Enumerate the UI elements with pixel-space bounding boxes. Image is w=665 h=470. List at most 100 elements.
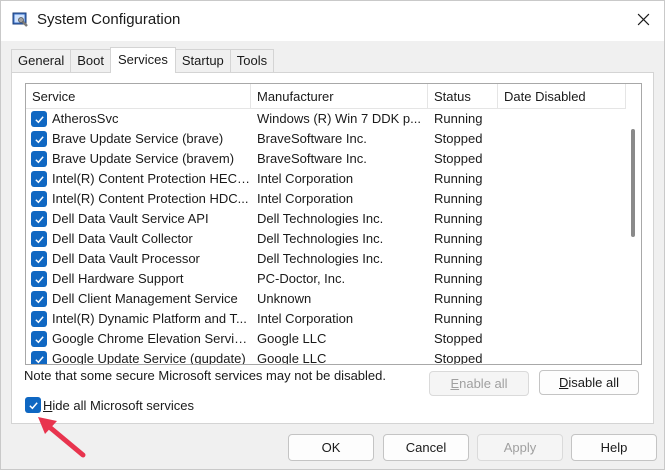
service-checkbox[interactable] <box>31 271 47 287</box>
checkmark-icon <box>34 355 44 363</box>
table-row[interactable]: Dell Data Vault Processor Dell Technologi… <box>26 249 626 269</box>
manufacturer-cell: Intel Corporation <box>257 311 354 326</box>
checkmark-icon <box>34 295 44 303</box>
table-row[interactable]: Intel(R) Content Protection HECI... Intel… <box>26 169 626 189</box>
vertical-scrollbar[interactable] <box>626 84 641 364</box>
tab-tools[interactable]: Tools <box>229 49 275 73</box>
date-disabled-cell <box>498 149 626 169</box>
manufacturer-cell: BraveSoftware Inc. <box>257 151 367 166</box>
service-name: Dell Data Vault Processor <box>52 251 200 266</box>
scrollbar-thumb[interactable] <box>631 129 635 237</box>
close-button[interactable] <box>623 5 663 37</box>
manufacturer-cell: Windows (R) Win 7 DDK p... <box>257 111 421 126</box>
checkmark-icon <box>34 315 44 323</box>
status-cell: Running <box>434 171 483 186</box>
manufacturer-cell: Intel Corporation <box>257 171 354 186</box>
service-checkbox[interactable] <box>31 151 47 167</box>
table-row[interactable]: AtherosSvc Windows (R) Win 7 DDK p... Runn… <box>26 109 626 129</box>
service-checkbox[interactable] <box>31 351 47 364</box>
red-arrow-icon <box>31 409 91 461</box>
disable-all-label-rest: isable all <box>568 375 619 390</box>
service-name: Brave Update Service (bravem) <box>52 151 235 166</box>
service-cell: Dell Data Vault Service API <box>26 209 251 229</box>
date-disabled-cell <box>498 169 626 189</box>
apply-button[interactable]: Apply <box>477 434 563 461</box>
status-cell: Running <box>434 311 483 326</box>
checkmark-icon <box>34 155 44 163</box>
service-checkbox[interactable] <box>31 111 47 127</box>
service-checkbox[interactable] <box>31 191 47 207</box>
service-name: Dell Data Vault Collector <box>52 231 193 246</box>
table-row[interactable]: Dell Data Vault Collector Dell Technologi… <box>26 229 626 249</box>
service-name: Dell Data Vault Service API <box>52 211 209 226</box>
table-row[interactable]: Google Update Service (gupdate) Google LL… <box>26 349 626 365</box>
service-checkbox[interactable] <box>31 291 47 307</box>
column-header-date-disabled[interactable]: Date Disabled <box>498 84 626 109</box>
status-cell: Running <box>434 191 483 206</box>
tab-services[interactable]: Services <box>110 47 176 73</box>
service-cell: Intel(R) Dynamic Platform and T... <box>26 309 251 329</box>
status-cell: Stopped <box>434 151 483 166</box>
date-disabled-cell <box>498 349 626 364</box>
checkmark-icon <box>34 135 44 143</box>
table-row[interactable]: Google Chrome Elevation Servic... Google … <box>26 329 626 349</box>
service-checkbox[interactable] <box>31 331 47 347</box>
column-header-service[interactable]: Service <box>26 84 251 109</box>
system-configuration-window: System Configuration General Boot Servic… <box>0 0 665 470</box>
service-cell: Brave Update Service (brave) <box>26 129 251 149</box>
service-checkbox[interactable] <box>31 211 47 227</box>
service-checkbox[interactable] <box>31 171 47 187</box>
service-checkbox[interactable] <box>31 131 47 147</box>
table-row[interactable]: Intel(R) Content Protection HDC... Intel … <box>26 189 626 209</box>
tab-startup[interactable]: Startup <box>174 49 231 73</box>
tab-strip: General Boot Services Startup Tools <box>11 47 275 73</box>
disable-all-button[interactable]: Disable all <box>539 370 639 395</box>
help-button[interactable]: Help <box>571 434 657 461</box>
cancel-button[interactable]: Cancel <box>383 434 469 461</box>
service-name: Intel(R) Content Protection HDC... <box>52 191 249 206</box>
service-name: AtherosSvc <box>52 111 119 126</box>
table-row[interactable]: Brave Update Service (brave) BraveSoftwar… <box>26 129 626 149</box>
checkmark-icon <box>34 275 44 283</box>
service-cell: Dell Client Management Service <box>26 289 251 309</box>
column-header-manufacturer[interactable]: Manufacturer <box>251 84 428 109</box>
list-header: Service Manufacturer Status Date Disable… <box>26 84 626 109</box>
table-row[interactable]: Dell Client Management Service Unknown Run… <box>26 289 626 309</box>
checkmark-icon <box>34 335 44 343</box>
checkmark-icon <box>34 255 44 263</box>
services-list: Service Manufacturer Status Date Disable… <box>25 83 642 365</box>
service-name: Brave Update Service (brave) <box>52 131 224 146</box>
service-name: Intel(R) Content Protection HECI... <box>52 171 251 186</box>
service-checkbox[interactable] <box>31 251 47 267</box>
status-cell: Running <box>434 271 483 286</box>
table-row[interactable]: Dell Hardware Support PC-Doctor, Inc. Runn… <box>26 269 626 289</box>
enable-all-button[interactable]: Enable all <box>429 371 529 396</box>
service-cell: Google Update Service (gupdate) <box>26 349 251 364</box>
status-cell: Stopped <box>434 351 483 365</box>
table-row[interactable]: Intel(R) Dynamic Platform and T... Intel … <box>26 309 626 329</box>
checkmark-icon <box>34 175 44 183</box>
date-disabled-cell <box>498 109 626 129</box>
date-disabled-cell <box>498 269 626 289</box>
status-cell: Stopped <box>434 131 483 146</box>
table-row[interactable]: Brave Update Service (bravem) BraveSoftwa… <box>26 149 626 169</box>
tab-general[interactable]: General <box>11 49 72 73</box>
service-cell: Dell Data Vault Processor <box>26 249 251 269</box>
service-name: Intel(R) Dynamic Platform and T... <box>52 311 247 326</box>
column-header-status[interactable]: Status <box>428 84 498 109</box>
service-cell: Intel(R) Content Protection HDC... <box>26 189 251 209</box>
service-checkbox[interactable] <box>31 311 47 327</box>
tab-boot[interactable]: Boot <box>70 49 111 73</box>
window-title: System Configuration <box>37 11 181 28</box>
list-rows: AtherosSvc Windows (R) Win 7 DDK p... Runn… <box>26 109 626 365</box>
enable-all-label-accel: E <box>450 376 460 391</box>
manufacturer-cell: Dell Technologies Inc. <box>257 211 384 226</box>
ok-button[interactable]: OK <box>288 434 374 461</box>
table-row[interactable]: Dell Data Vault Service API Dell Technolo… <box>26 209 626 229</box>
service-checkbox[interactable] <box>31 231 47 247</box>
checkmark-icon <box>34 115 44 123</box>
close-icon <box>637 13 650 29</box>
manufacturer-cell: PC-Doctor, Inc. <box>257 271 346 286</box>
manufacturer-cell: Intel Corporation <box>257 191 354 206</box>
service-cell: AtherosSvc <box>26 109 251 129</box>
